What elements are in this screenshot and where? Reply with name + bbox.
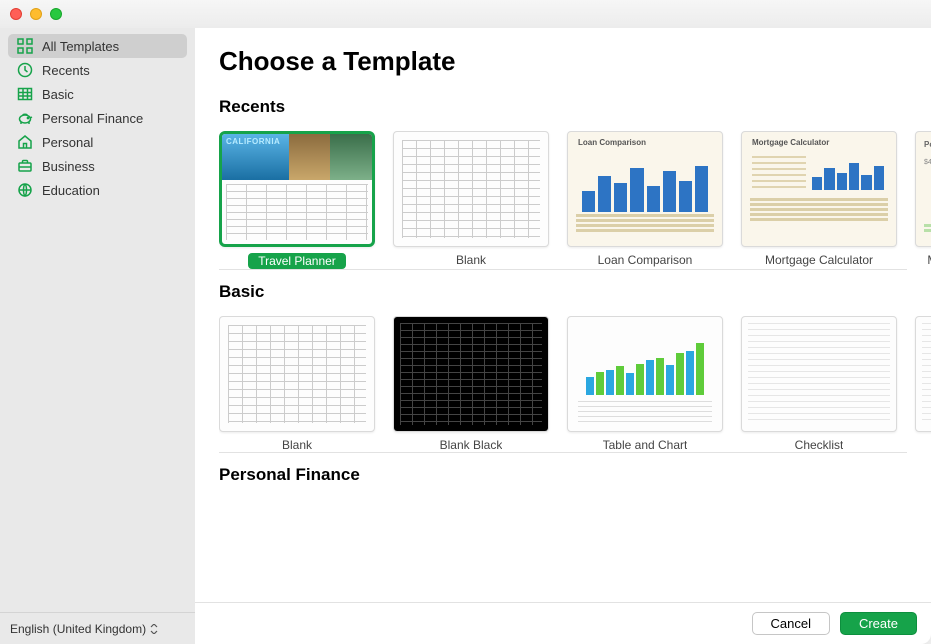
sidebar-item-label: Personal: [42, 135, 93, 150]
zoom-window-button[interactable]: [50, 8, 62, 20]
template-thumbnail: [915, 316, 931, 432]
sidebar-item-label: Education: [42, 183, 100, 198]
section-divider: [219, 269, 907, 270]
footer: Cancel Create: [195, 602, 931, 644]
sidebar-item-label: Business: [42, 159, 95, 174]
minimize-window-button[interactable]: [30, 8, 42, 20]
grid-icon: [16, 37, 34, 55]
template-thumbnail: [741, 316, 897, 432]
template-item[interactable]: Mortgage Calculator Mortgage Calculator: [741, 131, 897, 269]
updown-chevron-icon: [150, 624, 158, 634]
table-icon: [16, 85, 34, 103]
template-thumbnail: [219, 131, 375, 247]
sidebar-list: All Templates Recents Basic Personal Financ…: [0, 28, 195, 612]
main-area: All Templates Recents Basic Personal Financ…: [0, 28, 931, 644]
template-label: Mortgage Calculator: [765, 253, 873, 267]
template-item[interactable]: Checklist: [915, 316, 931, 452]
content-pane: Choose a Template Recents Travel Planner B…: [195, 28, 931, 644]
template-label: Table and Chart: [603, 438, 688, 452]
template-item[interactable]: Blank Black: [393, 316, 549, 452]
template-row: Blank Blank Black Table and Chart Checklist…: [219, 316, 931, 452]
template-item[interactable]: Portfolio$4816.00 My Stocks: [915, 131, 931, 269]
sidebar-item-personal-finance[interactable]: Personal Finance: [8, 106, 187, 130]
sidebar-item-label: Basic: [42, 87, 74, 102]
template-label: Loan Comparison: [598, 253, 693, 267]
globe-icon: [16, 181, 34, 199]
template-thumbnail: Loan Comparison: [567, 131, 723, 247]
sidebar-item-label: Recents: [42, 63, 90, 78]
sidebar: All Templates Recents Basic Personal Financ…: [0, 28, 195, 644]
sidebar-item-basic[interactable]: Basic: [8, 82, 187, 106]
template-thumbnail: [393, 131, 549, 247]
house-icon: [16, 133, 34, 151]
window-controls: [10, 8, 62, 20]
template-thumbnail: [219, 316, 375, 432]
language-picker[interactable]: English (United Kingdom): [0, 612, 195, 644]
window-titlebar: [0, 0, 931, 28]
section-title: Basic: [219, 282, 931, 302]
template-row: Travel PlannerBlankLoan ComparisonLoan C…: [219, 131, 931, 269]
sidebar-item-recents[interactable]: Recents: [8, 58, 187, 82]
template-label: Blank: [282, 438, 312, 452]
content-header: Choose a Template: [195, 28, 931, 85]
template-label: My Stocks: [927, 253, 931, 267]
template-item[interactable]: Checklist: [741, 316, 897, 452]
piggybank-icon: [16, 109, 34, 127]
close-window-button[interactable]: [10, 8, 22, 20]
template-scroll[interactable]: Recents Travel Planner Blank Loan Compariso…: [195, 85, 931, 602]
sidebar-item-label: All Templates: [42, 39, 119, 54]
template-item[interactable]: Travel Planner: [219, 131, 375, 269]
template-item[interactable]: Loan Comparison Loan Comparison: [567, 131, 723, 269]
template-thumbnail: Mortgage Calculator: [741, 131, 897, 247]
section-title: Personal Finance: [219, 465, 931, 485]
page-title: Choose a Template: [219, 46, 907, 77]
sidebar-item-education[interactable]: Education: [8, 178, 187, 202]
section-divider: [219, 452, 907, 453]
sidebar-item-all-templates[interactable]: All Templates: [8, 34, 187, 58]
template-item[interactable]: Blank: [219, 316, 375, 452]
template-item[interactable]: Blank: [393, 131, 549, 269]
template-label: Blank: [456, 253, 486, 267]
template-label: Blank Black: [440, 438, 503, 452]
template-thumbnail: [393, 316, 549, 432]
template-item[interactable]: Table and Chart: [567, 316, 723, 452]
section-title: Recents: [219, 97, 931, 117]
briefcase-icon: [16, 157, 34, 175]
template-thumbnail: Portfolio$4816.00: [915, 131, 931, 247]
template-thumbnail: [567, 316, 723, 432]
cancel-button[interactable]: Cancel: [752, 612, 830, 635]
sidebar-item-label: Personal Finance: [42, 111, 143, 126]
sidebar-item-personal[interactable]: Personal: [8, 130, 187, 154]
create-button[interactable]: Create: [840, 612, 917, 635]
template-label: Travel Planner: [248, 253, 346, 269]
template-label: Checklist: [795, 438, 844, 452]
clock-icon: [16, 61, 34, 79]
sidebar-item-business[interactable]: Business: [8, 154, 187, 178]
language-label: English (United Kingdom): [10, 622, 146, 636]
